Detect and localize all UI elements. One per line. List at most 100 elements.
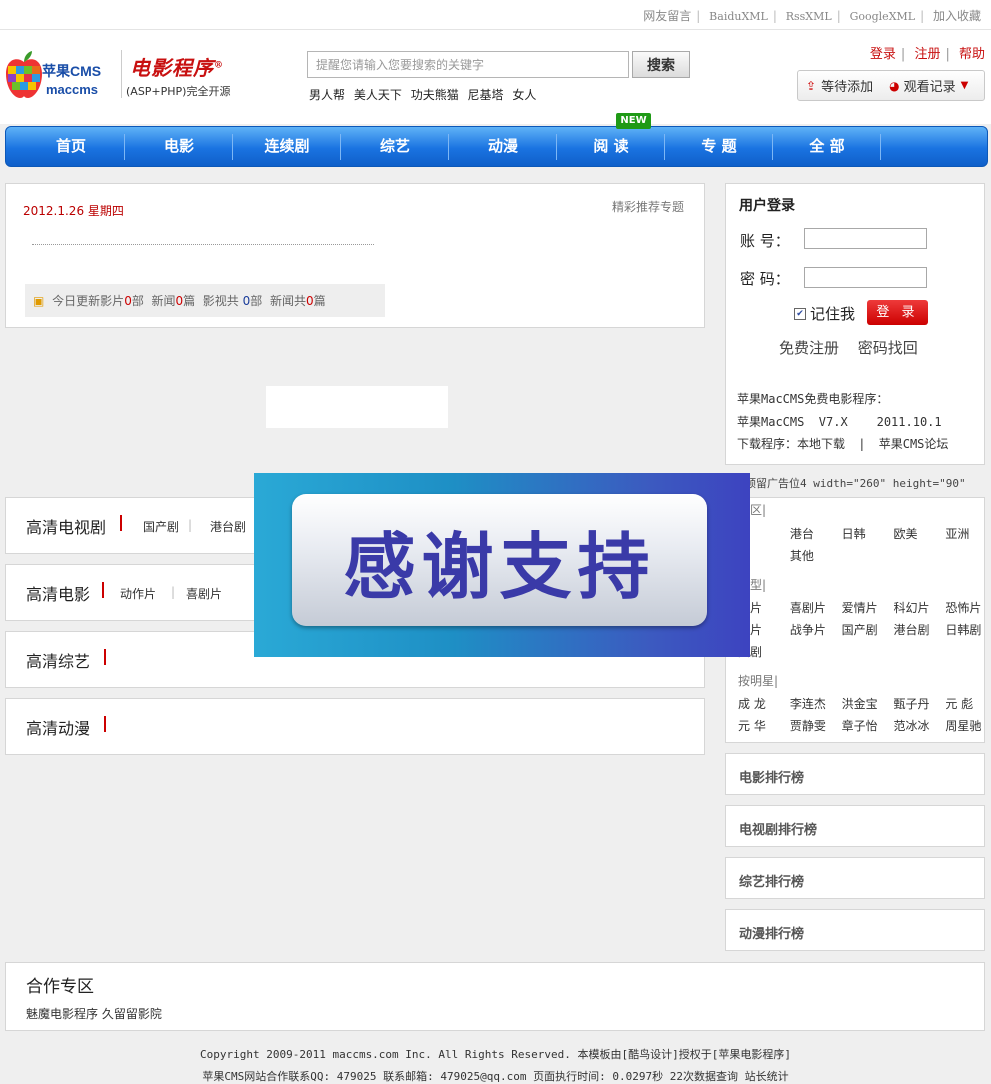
nav-anime[interactable]: 动漫: [449, 127, 557, 166]
info-line: 下载程序：本地下载 | 苹果CMS论坛: [737, 437, 949, 451]
hot-keyword[interactable]: 女人: [512, 88, 536, 102]
ranking-title[interactable]: 综艺排行榜: [739, 871, 804, 890]
help-link[interactable]: 帮助: [959, 47, 985, 62]
filter-option[interactable]: 恐怖片: [945, 599, 991, 616]
category-marker: [104, 716, 106, 732]
ranking-tv: 电视剧排行榜: [725, 805, 985, 847]
info-line: 苹果MacCMS免费电影程序：: [737, 392, 889, 406]
filter-option[interactable]: 日韩剧: [945, 621, 991, 638]
nav-movie[interactable]: 电影: [125, 127, 233, 166]
filter-option[interactable]: 李连杰: [790, 695, 838, 712]
filter-option[interactable]: 亚洲: [945, 525, 991, 542]
thanks-text: 感谢支持: [343, 524, 656, 609]
filter-option[interactable]: 欧美: [893, 525, 941, 542]
filter-option[interactable]: 周星驰: [945, 717, 991, 734]
dotted-divider: [32, 244, 374, 245]
category-title[interactable]: 高清动漫: [26, 715, 90, 739]
login-title: 用户登录: [739, 198, 795, 214]
recover-password-link[interactable]: 密码找回: [858, 339, 918, 357]
stat-unit: 篇: [183, 294, 196, 308]
ranking-title[interactable]: 动漫排行榜: [739, 923, 804, 942]
forum-link[interactable]: 苹果CMS论坛: [879, 437, 949, 451]
filter-option[interactable]: 洪金宝: [842, 695, 890, 712]
category-title[interactable]: 高清电影: [26, 581, 90, 605]
cooperation-links[interactable]: 魅魔电影程序 久留留影院: [26, 1005, 162, 1022]
account-input[interactable]: [804, 228, 927, 249]
remember-label: 记住我: [810, 305, 856, 323]
category-sub-link[interactable]: 国产剧: [143, 518, 179, 535]
hot-keyword[interactable]: 男人帮: [309, 88, 345, 102]
hot-keyword[interactable]: 功夫熊猫: [411, 88, 459, 102]
filter-option[interactable]: 成 龙: [738, 695, 786, 712]
filter-panel: 地区| 陆 港台 日韩 欧美 亚洲 洲 其他 类型| 作片 喜剧片 爱情片 科幻…: [725, 497, 985, 743]
special-topics-link[interactable]: 精彩推荐专题: [612, 198, 684, 215]
record-box: ⇪ 等待添加 ◕ 观看记录 ▼: [797, 70, 985, 101]
category-title[interactable]: 高清电视剧: [26, 514, 106, 538]
hot-keywords: 男人帮 美人天下 功夫熊猫 尼基塔 女人: [309, 86, 536, 103]
footer-copyright: Copyright 2009-2011 maccms.com Inc. All …: [200, 1048, 791, 1061]
free-register-link[interactable]: 免费注册: [779, 339, 839, 357]
search-button[interactable]: 搜索: [632, 51, 690, 78]
filter-option[interactable]: 范冰冰: [893, 717, 941, 734]
filter-option[interactable]: 甄子丹: [893, 695, 941, 712]
filter-option[interactable]: 元 华: [738, 717, 786, 734]
rss-xml-link[interactable]: RssXML: [786, 10, 832, 23]
nav-variety[interactable]: 综艺: [341, 127, 449, 166]
hot-keyword[interactable]: 尼基塔: [468, 88, 504, 102]
register-link[interactable]: 注册: [914, 47, 940, 62]
category-sub-link[interactable]: 喜剧片: [186, 585, 222, 602]
category-marker: [104, 649, 106, 665]
thanks-banner[interactable]: 感谢支持: [292, 494, 707, 626]
monitor-icon: ▣: [33, 294, 45, 308]
nav-series[interactable]: 连续剧: [233, 127, 341, 166]
nav-divider: [880, 134, 881, 160]
watch-history-button[interactable]: 观看记录: [904, 76, 956, 95]
nav-all[interactable]: 全 部: [773, 127, 881, 166]
logo-divider: [121, 50, 122, 98]
remember-checkbox[interactable]: ✔: [794, 307, 806, 320]
stat-value: 0: [175, 294, 184, 308]
remember-me[interactable]: ✔ 记住我: [794, 303, 855, 324]
ranking-title[interactable]: 电影排行榜: [739, 767, 804, 786]
stat-unit: 篇: [313, 294, 326, 308]
nav-home[interactable]: 首页: [17, 127, 125, 166]
guestbook-link[interactable]: 网友留言: [643, 9, 691, 23]
search-input[interactable]: 提醒您请输入您要搜索的关键字: [307, 51, 629, 78]
category-anime: 高清动漫: [5, 698, 705, 755]
login-link[interactable]: 登录: [870, 47, 896, 62]
upload-icon: ⇪: [806, 78, 817, 93]
filter-option[interactable]: 港台剧: [893, 621, 941, 638]
filter-option[interactable]: 日韩: [842, 525, 890, 542]
login-button[interactable]: 登 录: [867, 300, 928, 325]
filter-option[interactable]: 章子怡: [842, 717, 890, 734]
filter-option[interactable]: 其他: [790, 547, 838, 564]
filter-option[interactable]: 元 彪: [945, 695, 991, 712]
chevron-down-icon[interactable]: ▼: [961, 80, 969, 91]
nav-read[interactable]: 阅 读: [557, 127, 665, 166]
category-sub-link[interactable]: 港台剧: [210, 518, 246, 535]
register-links: 免费注册 密码找回: [779, 337, 918, 358]
google-xml-link[interactable]: GoogleXML: [850, 10, 916, 23]
add-favorite-link[interactable]: 加入收藏: [933, 9, 981, 23]
filter-option[interactable]: 战争片: [790, 621, 838, 638]
filter-option[interactable]: 喜剧片: [790, 599, 838, 616]
filter-option[interactable]: 爱情片: [842, 599, 890, 616]
filter-option[interactable]: 港台: [790, 525, 838, 542]
filter-option[interactable]: 科幻片: [893, 599, 941, 616]
ranking-title[interactable]: 电视剧排行榜: [739, 819, 817, 838]
nav-topic[interactable]: 专 题: [665, 127, 773, 166]
clock-icon: ◕: [889, 78, 900, 93]
local-download-link[interactable]: 下载程序：本地下载: [737, 437, 845, 451]
account-label: 账 号：: [740, 232, 790, 250]
logo-subtitle: (ASP+PHP)完全开源: [126, 85, 231, 98]
filter-option[interactable]: 国产剧: [842, 621, 890, 638]
sub-divider: |: [188, 518, 193, 532]
hot-keyword[interactable]: 美人天下: [354, 88, 402, 102]
password-input[interactable]: [804, 267, 927, 288]
new-badge: NEW: [616, 113, 651, 129]
category-title[interactable]: 高清综艺: [26, 648, 90, 672]
wait-add-button[interactable]: 等待添加: [821, 76, 873, 95]
baidu-xml-link[interactable]: BaiduXML: [709, 10, 768, 23]
filter-option[interactable]: 贾静雯: [790, 717, 838, 734]
category-sub-link[interactable]: 动作片: [120, 585, 156, 602]
